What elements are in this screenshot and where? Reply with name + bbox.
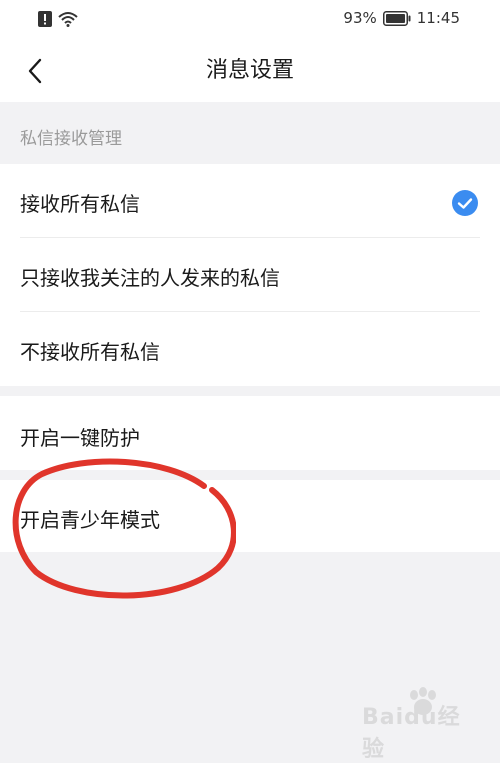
alert-icon bbox=[38, 11, 52, 27]
dm-options-group: 接收所有私信 只接收我关注的人发来的私信 不接收所有私信 bbox=[0, 164, 500, 386]
status-left-icons bbox=[38, 11, 78, 27]
option-receive-none[interactable]: 不接收所有私信 bbox=[0, 312, 500, 386]
check-icon bbox=[452, 190, 478, 216]
teen-mode-label: 开启青少年模式 bbox=[20, 508, 160, 532]
status-time: 11:45 bbox=[416, 9, 460, 27]
option-receive-all[interactable]: 接收所有私信 bbox=[0, 164, 500, 238]
page-title: 消息设置 bbox=[205, 58, 294, 83]
teen-mode-item[interactable]: 开启青少年模式 bbox=[0, 480, 500, 552]
protection-label: 开启一键防护 bbox=[20, 426, 140, 450]
section-header: 私信接收管理 bbox=[0, 102, 500, 164]
nav-bar: 消息设置 bbox=[0, 40, 500, 102]
battery-percent: 93% bbox=[343, 9, 377, 27]
option-label: 接收所有私信 bbox=[20, 192, 140, 216]
one-click-protection-item[interactable]: 开启一键防护 bbox=[0, 396, 500, 470]
teen-mode-group: 开启青少年模式 bbox=[0, 480, 500, 552]
battery-icon bbox=[382, 10, 411, 26]
option-receive-following[interactable]: 只接收我关注的人发来的私信 bbox=[0, 238, 500, 312]
chevron-left-icon bbox=[28, 58, 42, 84]
watermark-logo: Baidu经验 bbox=[362, 687, 482, 762]
watermark-text: Baidu经验 bbox=[362, 705, 461, 762]
protection-group: 开启一键防护 bbox=[0, 396, 500, 470]
back-button[interactable] bbox=[22, 54, 52, 88]
option-label: 只接收我关注的人发来的私信 bbox=[20, 266, 280, 290]
status-bar: 93% 11:45 bbox=[0, 0, 500, 40]
wifi-icon bbox=[58, 12, 78, 27]
status-right: 93% 11:45 bbox=[343, 9, 460, 27]
section-header-label: 私信接收管理 bbox=[20, 129, 122, 149]
option-label: 不接收所有私信 bbox=[20, 340, 160, 364]
